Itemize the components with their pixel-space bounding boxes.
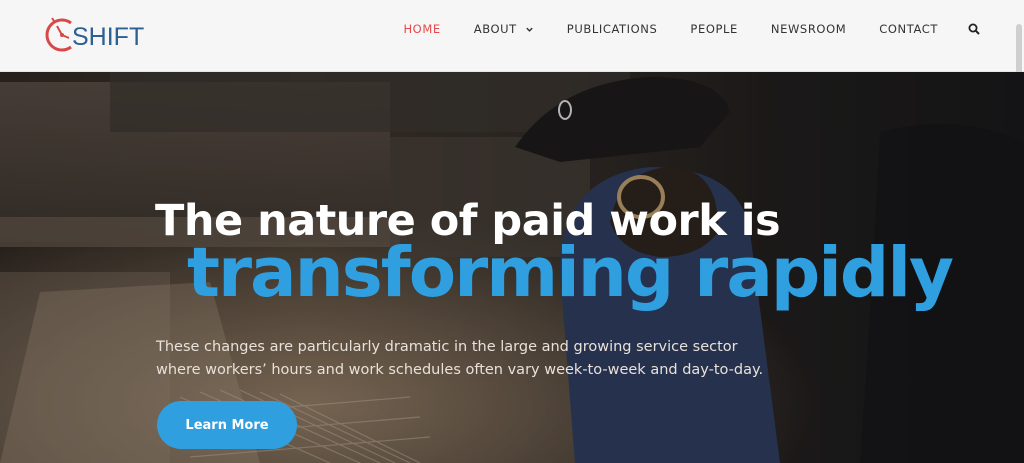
logo-text: SHIFT	[72, 23, 145, 51]
hero-banner: The nature of paid work is transforming …	[0, 72, 1024, 463]
shift-logo[interactable]: SHIFT	[44, 14, 144, 58]
nav-contact[interactable]: CONTACT	[879, 22, 938, 36]
nav-publications[interactable]: PUBLICATIONS	[567, 22, 658, 36]
learn-more-button[interactable]: Learn More	[157, 401, 297, 449]
nav-home[interactable]: HOME	[403, 22, 440, 36]
hero-description: These changes are particularly dramatic …	[156, 339, 764, 378]
nav-about-label: ABOUT	[473, 22, 517, 36]
nav-about[interactable]: ABOUT	[474, 22, 534, 36]
site-header: SHIFT HOME ABOUT PUBLICATIONS PEOPLE NEW…	[0, 0, 1024, 72]
main-nav: HOME ABOUT PUBLICATIONS PEOPLE NEWSROOM …	[370, 0, 980, 58]
search-icon[interactable]	[968, 23, 980, 35]
nav-people[interactable]: PEOPLE	[690, 22, 737, 36]
chevron-down-icon	[526, 27, 533, 32]
hero-headline-line2: transforming rapidly	[187, 233, 954, 313]
nav-newsroom[interactable]: NEWSROOM	[771, 22, 846, 36]
